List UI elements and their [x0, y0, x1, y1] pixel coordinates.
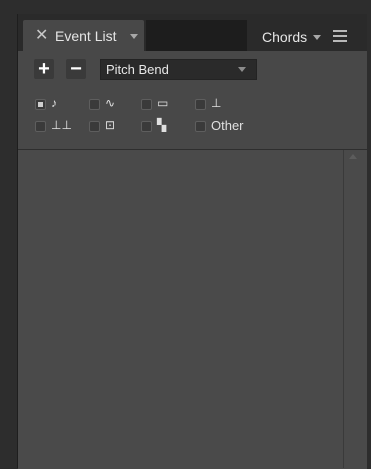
filter-checkbox[interactable] — [35, 99, 46, 110]
tab-chords-label: Chords — [262, 29, 308, 45]
chevron-down-icon — [238, 67, 246, 72]
aftertouch-icon: ⊥⊥ — [51, 118, 72, 132]
filter-checkbox[interactable] — [35, 121, 46, 132]
filter-checkbox[interactable] — [195, 99, 206, 110]
meta-event-icon: ▚ — [157, 118, 167, 132]
hamburger-menu-icon[interactable] — [333, 30, 347, 42]
sysex-icon: ⊡ — [105, 118, 116, 132]
filter-checkbox[interactable] — [89, 99, 100, 110]
event-list-panel: ✕ Event List Chords + − Pitch Bend ♪ ∿ ▭… — [17, 14, 367, 469]
tab-event-list[interactable]: ✕ Event List — [23, 20, 144, 51]
filter-checkbox[interactable] — [89, 121, 100, 132]
chevron-down-icon[interactable] — [130, 34, 138, 39]
note-icon: ♪ — [51, 96, 57, 110]
pitch-bend-icon: ∿ — [105, 96, 116, 110]
scrollbar-divider — [343, 150, 344, 468]
event-type-selected: Pitch Bend — [106, 62, 169, 77]
tab-empty-slot — [146, 20, 247, 51]
scroll-up-arrow-icon[interactable] — [349, 154, 357, 159]
controller-icon: ⊥ — [211, 96, 222, 110]
tab-bar: ✕ Event List Chords — [18, 14, 367, 51]
window-frame: ✕ Event List Chords + − Pitch Bend ♪ ∿ ▭… — [0, 0, 371, 469]
add-event-button[interactable]: + — [34, 59, 54, 79]
tab-chords[interactable]: Chords — [249, 20, 321, 51]
close-icon[interactable]: ✕ — [35, 28, 48, 44]
filter-checkbox[interactable] — [141, 99, 152, 110]
event-type-select[interactable]: Pitch Bend — [100, 59, 257, 80]
filter-other-label: Other — [211, 118, 244, 133]
event-list-area[interactable] — [18, 149, 367, 469]
tab-event-list-label: Event List — [55, 28, 117, 44]
filter-checkbox[interactable] — [195, 121, 206, 132]
program-change-icon: ▭ — [157, 96, 169, 110]
chevron-down-icon[interactable] — [313, 35, 321, 40]
remove-event-button[interactable]: − — [66, 59, 86, 79]
filter-checkbox[interactable] — [141, 121, 152, 132]
